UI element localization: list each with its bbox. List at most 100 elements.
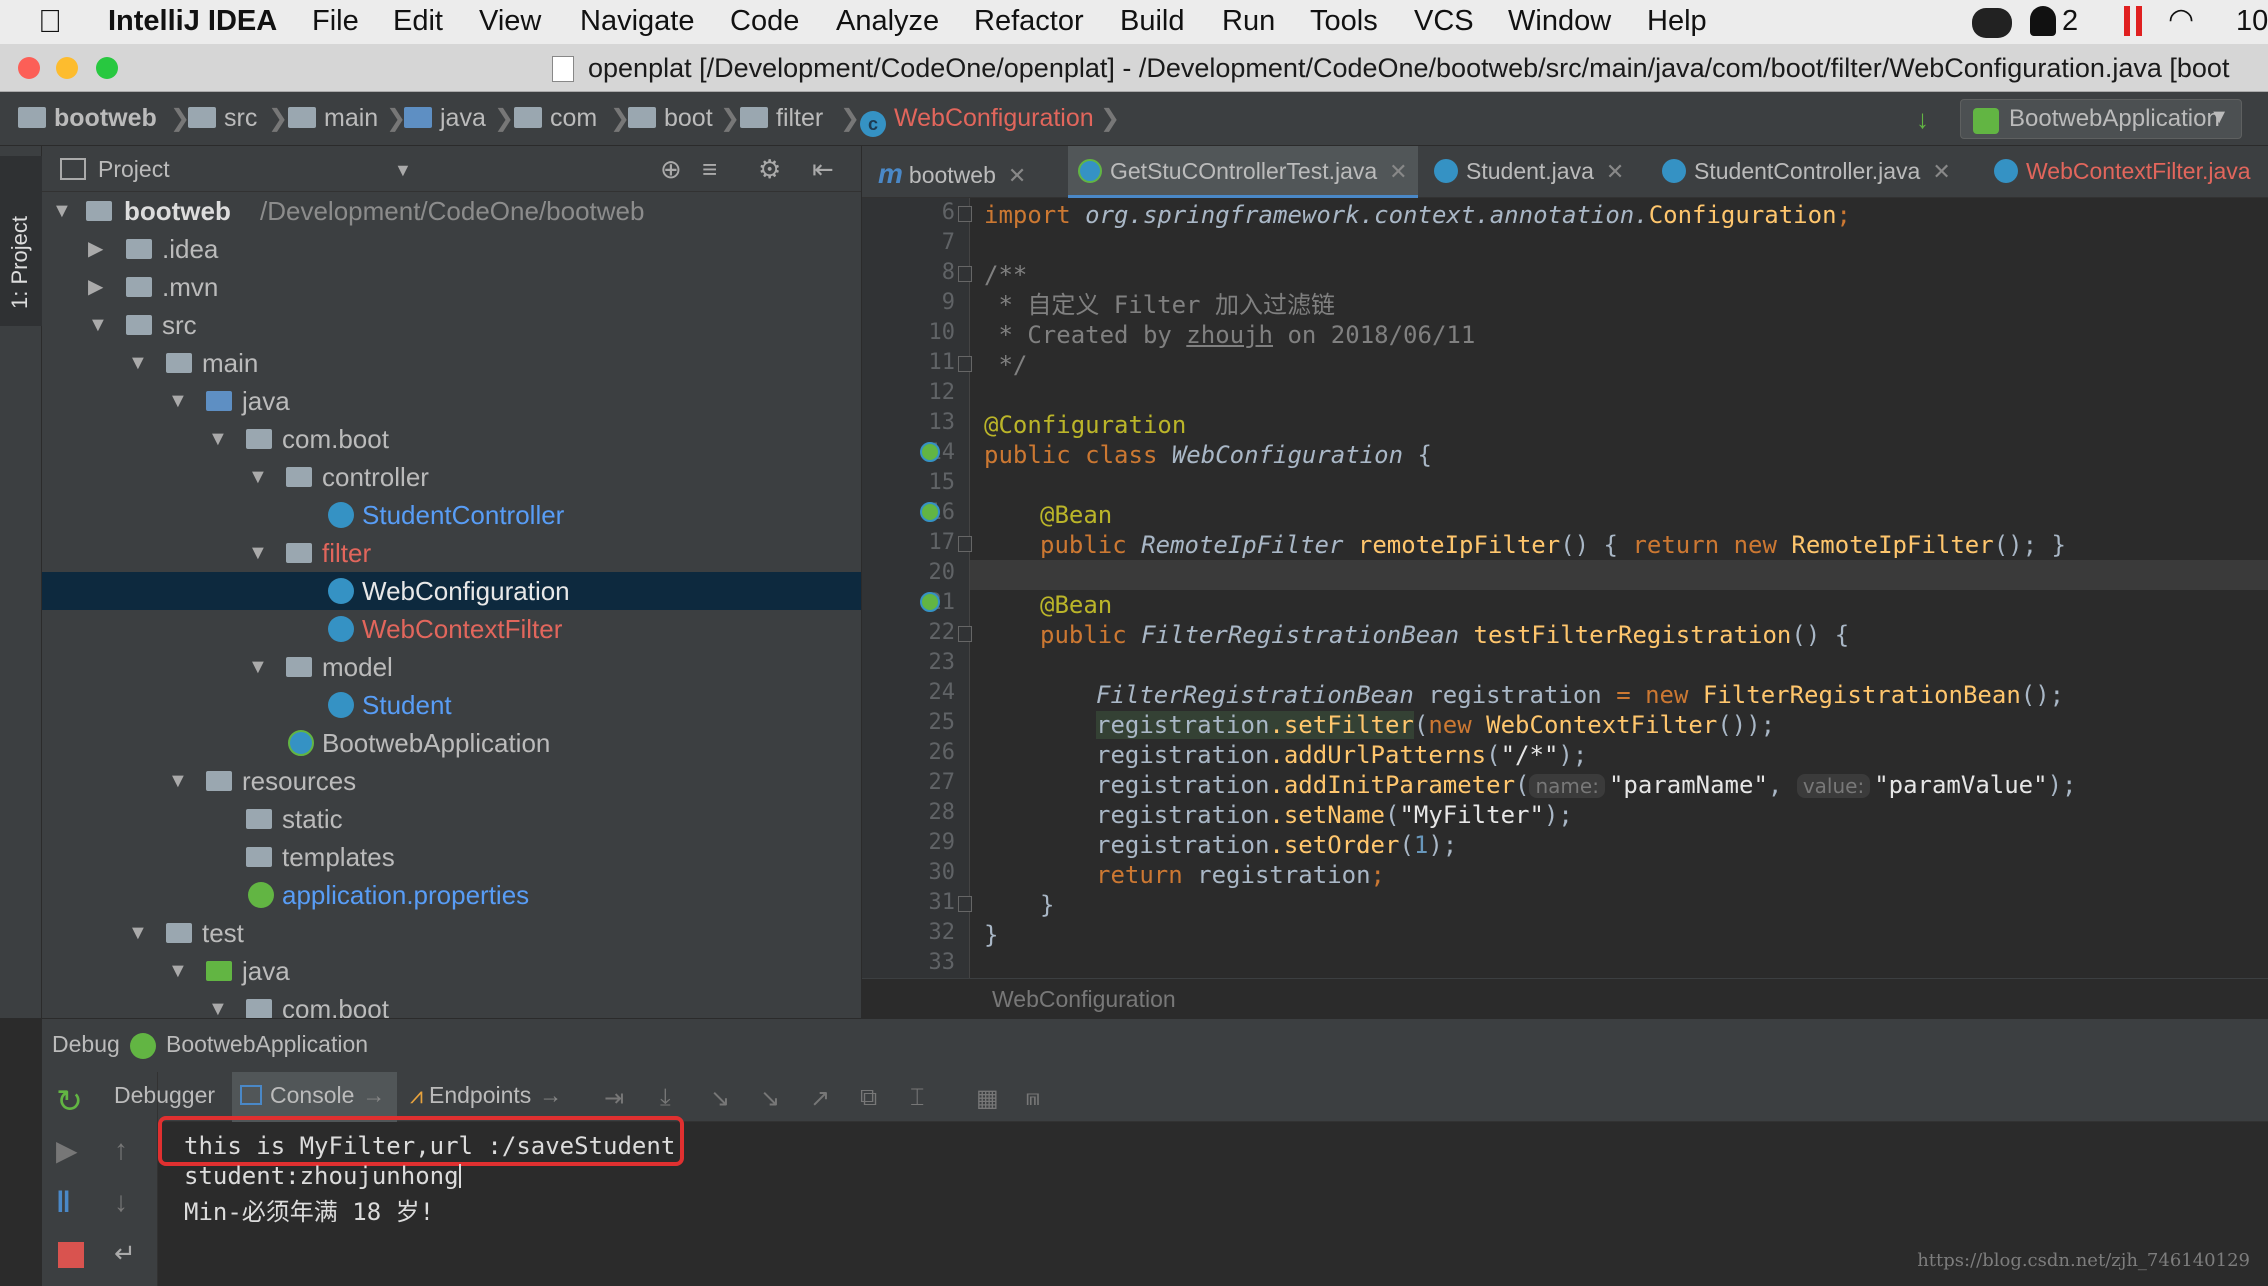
code-editor[interactable]: 6 7 8 9 10 11 12 13 14 15 16 17 20 21 22…: [862, 198, 2268, 978]
run-to-cursor-icon[interactable]: ⌶: [910, 1084, 938, 1111]
breadcrumb-src[interactable]: src: [188, 104, 257, 133]
tree-item-resources[interactable]: ▼ resources: [42, 762, 861, 800]
editor-gutter[interactable]: 6 7 8 9 10 11 12 13 14 15 16 17 20 21 22…: [862, 198, 972, 978]
close-window-button[interactable]: [18, 57, 40, 79]
pause-icon[interactable]: ‖: [56, 1186, 90, 1220]
breadcrumb-boot[interactable]: boot: [628, 104, 713, 133]
menu-run[interactable]: Run: [1222, 5, 1275, 38]
wechat-icon[interactable]: [1972, 8, 2012, 38]
build-project-icon[interactable]: ↓: [1916, 104, 1929, 135]
breadcrumb-bootweb[interactable]: bootweb: [18, 104, 157, 133]
breadcrumb-filter[interactable]: filter: [740, 104, 823, 133]
step-over-icon[interactable]: ⤓: [660, 1084, 688, 1111]
rerun-icon[interactable]: ↻: [56, 1082, 90, 1119]
pin-tab-icon[interactable]: →: [362, 1082, 385, 1108]
arrow-down-icon[interactable]: ↓: [114, 1186, 148, 1220]
gear-icon[interactable]: ⚙: [758, 154, 781, 185]
tree-item-application-properties[interactable]: application.properties: [42, 876, 861, 914]
menu-build[interactable]: Build: [1120, 5, 1185, 38]
qq-icon[interactable]: [2030, 6, 2056, 36]
breadcrumb-java[interactable]: java: [404, 104, 486, 133]
spring-bean-gutter-icon[interactable]: [920, 442, 940, 462]
tab-getstucontrollertest[interactable]: GetStuCOntrollerTest.java ✕: [1068, 146, 1418, 198]
evaluate-expression-icon[interactable]: ▦: [976, 1084, 1004, 1112]
chevron-down-icon[interactable]: ▼: [168, 762, 188, 800]
fold-marker-icon[interactable]: [958, 266, 972, 282]
tree-item-idea[interactable]: ▶ .idea: [42, 230, 861, 268]
chevron-down-icon[interactable]: ▼: [128, 344, 148, 382]
tree-item-test-java[interactable]: ▼ java: [42, 952, 861, 990]
fold-marker-icon[interactable]: [958, 206, 972, 222]
chevron-down-icon[interactable]: ▼: [248, 534, 268, 572]
tree-item-test[interactable]: ▼ test: [42, 914, 861, 952]
menu-code[interactable]: Code: [730, 5, 799, 38]
menu-window[interactable]: Window: [1508, 5, 1611, 38]
close-tab-icon[interactable]: ✕: [1389, 159, 1407, 184]
chevron-down-icon[interactable]: ▼: [208, 420, 228, 458]
tree-item-com-boot[interactable]: ▼ com.boot: [42, 420, 861, 458]
menu-file[interactable]: File: [312, 5, 359, 38]
chevron-down-icon[interactable]: ▼: [248, 458, 268, 496]
locate-file-icon[interactable]: ⊕: [660, 154, 682, 185]
debug-session-tab[interactable]: BootwebApplication: [166, 1031, 368, 1058]
project-tool-tab[interactable]: 1: Project: [0, 156, 42, 326]
close-tab-icon[interactable]: ✕: [1932, 159, 1950, 184]
run-configuration-selector[interactable]: BootwebApplication ▼: [1960, 99, 2242, 139]
menu-vcs[interactable]: VCS: [1414, 5, 1474, 38]
wifi-icon[interactable]: ◠: [2168, 2, 2194, 37]
project-view-selector[interactable]: Project: [98, 156, 170, 183]
fold-marker-icon[interactable]: [958, 626, 972, 642]
tab-console[interactable]: Console →: [232, 1072, 398, 1122]
chevron-down-icon[interactable]: ▼: [208, 990, 228, 1018]
breadcrumb-com[interactable]: com: [514, 104, 597, 133]
breadcrumb-webconfiguration[interactable]: c WebConfiguration: [860, 104, 1094, 137]
close-tab-icon[interactable]: ✕: [1008, 163, 1026, 188]
battery-level[interactable]: 100: [2236, 5, 2268, 38]
tree-item-webconfiguration[interactable]: WebConfiguration: [42, 572, 861, 610]
chevron-down-icon[interactable]: ▼: [128, 914, 148, 952]
spring-bean-gutter-icon[interactable]: [920, 502, 940, 522]
menu-refactor[interactable]: Refactor: [974, 5, 1084, 38]
chevron-down-icon[interactable]: ▼: [168, 952, 188, 990]
show-execution-point-icon[interactable]: ⇥: [604, 1084, 632, 1112]
tree-item-templates[interactable]: templates: [42, 838, 861, 876]
tab-studentcontroller[interactable]: StudentController.java ✕: [1662, 146, 1951, 198]
editor-footer-crumb[interactable]: WebConfiguration: [992, 986, 1176, 1013]
menu-tools[interactable]: Tools: [1310, 5, 1378, 38]
step-into-icon[interactable]: ↘: [710, 1084, 738, 1112]
pin-tab-icon[interactable]: →: [539, 1082, 562, 1108]
tree-item-src[interactable]: ▼ src: [42, 306, 861, 344]
tree-item-main[interactable]: ▼ main: [42, 344, 861, 382]
close-tab-icon[interactable]: ✕: [1606, 159, 1624, 184]
tree-item-static[interactable]: static: [42, 800, 861, 838]
menu-navigate[interactable]: Navigate: [580, 5, 694, 38]
apple-icon[interactable]: : [38, 3, 62, 40]
hide-panel-icon[interactable]: ⇤: [812, 154, 834, 185]
fold-marker-icon[interactable]: [958, 356, 972, 372]
tab-webcontextfilter[interactable]: WebContextFilter.java: [1994, 146, 2251, 198]
chevron-down-icon[interactable]: ▼: [52, 192, 72, 230]
tree-item-webcontextfilter[interactable]: WebContextFilter: [42, 610, 861, 648]
breadcrumb-main[interactable]: main: [288, 104, 378, 133]
drop-frame-icon[interactable]: ⧉: [860, 1084, 888, 1111]
minimize-window-button[interactable]: [56, 57, 78, 79]
soft-wrap-icon[interactable]: ↵: [114, 1238, 148, 1272]
app-name-menu[interactable]: IntelliJ IDEA: [108, 5, 277, 38]
chevron-right-icon[interactable]: ▶: [88, 230, 103, 268]
tree-item-studentcontroller[interactable]: StudentController: [42, 496, 861, 534]
fold-marker-icon[interactable]: [958, 896, 972, 912]
stop-icon[interactable]: [58, 1242, 84, 1268]
tab-bootweb[interactable]: m bootweb ✕: [878, 146, 1026, 198]
zoom-window-button[interactable]: [96, 57, 118, 79]
chevron-down-icon[interactable]: ▼: [88, 306, 108, 344]
tree-item-filter[interactable]: ▼ filter: [42, 534, 861, 572]
tree-item-bootwebapplication[interactable]: BootwebApplication: [42, 724, 861, 762]
tab-student[interactable]: Student.java ✕: [1434, 146, 1624, 198]
tree-item-test-com-boot[interactable]: ▼ com.boot: [42, 990, 861, 1018]
arrow-up-icon[interactable]: ↑: [114, 1134, 148, 1168]
spring-bean-gutter-icon[interactable]: [920, 592, 940, 612]
chevron-right-icon[interactable]: ▶: [88, 268, 103, 306]
resume-icon[interactable]: ▶: [56, 1134, 90, 1168]
chevron-down-icon[interactable]: ▼: [168, 382, 188, 420]
fold-marker-icon[interactable]: [958, 536, 972, 552]
